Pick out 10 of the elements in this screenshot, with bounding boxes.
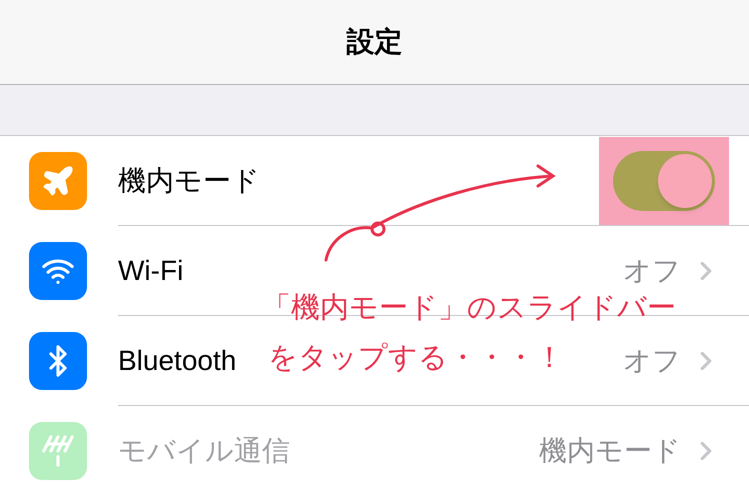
row-label: Wi-Fi bbox=[118, 254, 184, 288]
row-value: 機内モード bbox=[539, 434, 681, 468]
row-label: モバイル通信 bbox=[118, 434, 290, 468]
row-value: オフ bbox=[623, 344, 681, 378]
row-value: オフ bbox=[623, 254, 681, 288]
annotation-text: をタップする・・・！ bbox=[268, 339, 564, 376]
annotation-text: 「機内モード」のスライドバー bbox=[262, 289, 676, 326]
nav-title: 設定 bbox=[346, 25, 402, 59]
row-label: Bluetooth bbox=[118, 344, 236, 378]
row-label: 機内モード bbox=[118, 164, 260, 198]
